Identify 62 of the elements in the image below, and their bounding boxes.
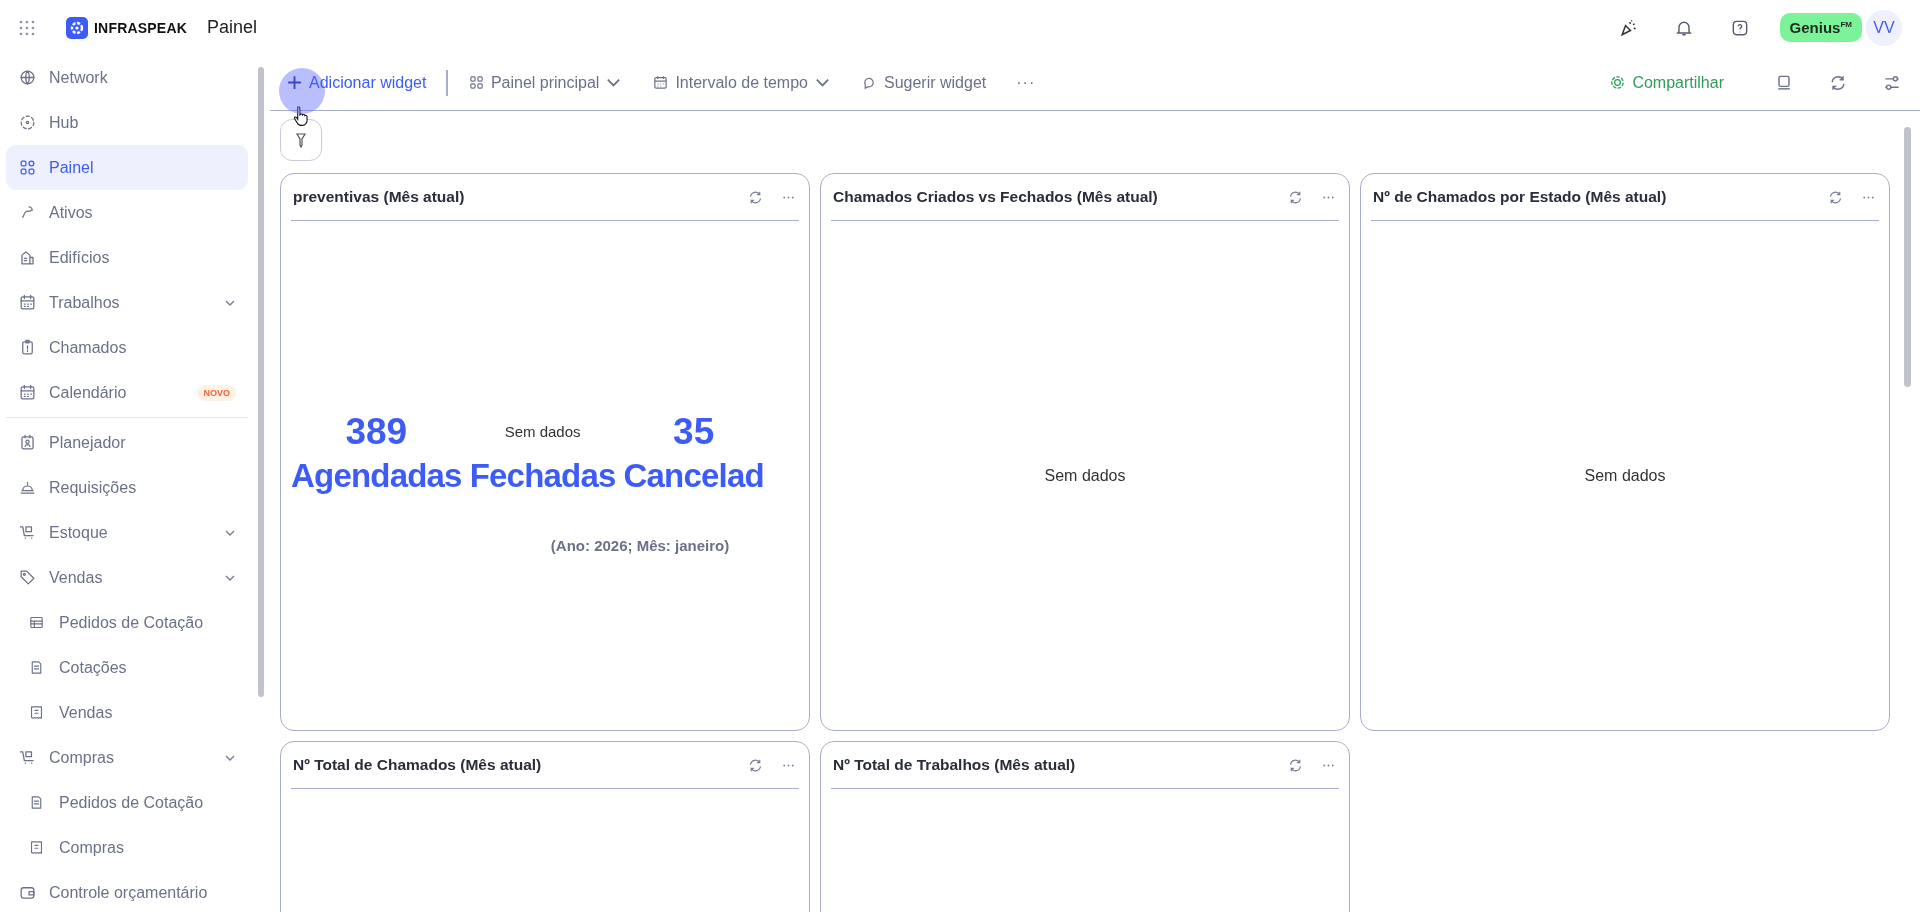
receipt-icon xyxy=(28,704,45,721)
sidebar-subitem[interactable]: Cotações xyxy=(6,645,248,690)
grid-icon xyxy=(467,74,485,91)
user-avatar[interactable]: VV xyxy=(1866,9,1902,46)
time-interval-dropdown[interactable]: Intervalo de tempo xyxy=(642,67,841,98)
metric-label: Agendadas xyxy=(291,457,462,495)
sidebar-item[interactable]: Requisições xyxy=(6,465,248,510)
table-icon xyxy=(28,614,45,631)
hand-cursor-icon xyxy=(292,105,310,127)
plan-badge[interactable]: Genius$^{FM}$ xyxy=(1779,13,1862,42)
calendar-icon xyxy=(18,293,37,312)
building-icon xyxy=(18,248,37,267)
widget-title: Nº Total de Trabalhos (Mês atual) xyxy=(833,756,1077,774)
tag-icon xyxy=(18,568,37,587)
add-widget-button[interactable]: Adicionar widget xyxy=(276,67,437,98)
more-options-button[interactable]: ··· xyxy=(1006,67,1046,98)
metric-label: Cancelad xyxy=(623,457,764,495)
sidebar-item[interactable]: Hub xyxy=(6,100,248,145)
calendar-icon xyxy=(18,383,37,402)
sidebar-subitem[interactable]: Vendas xyxy=(6,690,248,735)
sidebar-item[interactable]: Vendas xyxy=(6,555,248,600)
sidebar-item[interactable]: Painel xyxy=(6,145,248,190)
cart-icon xyxy=(18,748,37,767)
sidebar-item[interactable]: Trabalhos xyxy=(6,280,248,325)
sidebar-item[interactable]: Chamados xyxy=(6,325,248,370)
cart-icon xyxy=(18,523,37,542)
metric-value: 389 xyxy=(345,410,408,454)
metric-value: 35 xyxy=(673,410,715,454)
sidebar-subitem[interactable]: Compras xyxy=(6,825,248,870)
sidebar-item[interactable]: Network xyxy=(6,55,248,100)
page-title: Painel xyxy=(207,17,258,38)
grid-icon xyxy=(18,158,37,177)
dashed-circle-icon xyxy=(18,113,37,132)
metric-label: Fechadas xyxy=(469,457,616,495)
sidebar-item[interactable]: Controle orçamentário xyxy=(6,870,248,912)
plus-icon xyxy=(286,74,303,91)
brand-name: INFRASPEAK xyxy=(94,19,187,36)
receipt-icon xyxy=(28,839,45,856)
share-button[interactable]: Compartilhar xyxy=(1599,67,1734,98)
widget-title: Nº de Chamados por Estado (Mês atual) xyxy=(1373,188,1668,206)
sidebar-item[interactable]: Compras xyxy=(6,735,248,780)
no-data-message: Sem dados xyxy=(1584,466,1666,485)
sidebar-item[interactable]: Ativos xyxy=(6,190,248,235)
sidebar-item[interactable]: Planejador xyxy=(6,420,248,465)
sidebar-subitem[interactable]: Pedidos de Cotação xyxy=(6,600,248,645)
app-grid-icon[interactable] xyxy=(18,18,36,37)
no-data-message: Sem dados xyxy=(1044,466,1126,485)
widget-title: preventivas (Mês atual) xyxy=(293,188,466,206)
sidebar-subitem[interactable]: Pedidos de Cotação xyxy=(6,780,248,825)
sidebar-item[interactable]: Edifícios xyxy=(6,235,248,280)
dashboard-dropdown[interactable]: Painel principal xyxy=(457,67,633,98)
suggest-widget-button[interactable]: Sugerir widget xyxy=(850,67,997,98)
person-card-icon xyxy=(18,433,37,452)
metric-value: Sem dados xyxy=(504,422,581,442)
widget-title: Chamados Criados vs Fechados (Mês atual) xyxy=(833,188,1159,206)
new-badge: NOVO xyxy=(197,384,236,401)
sidebar-item[interactable]: Estoque xyxy=(6,510,248,555)
calendar-icon xyxy=(652,74,670,91)
logo-icon xyxy=(66,16,88,39)
period-caption: (Ano: 2026; Mês: janeiro) xyxy=(550,537,730,554)
widget-title: Nº Total de Chamados (Mês atual) xyxy=(293,756,543,774)
sidebar-item[interactable]: Calendário NOVO xyxy=(6,370,248,415)
